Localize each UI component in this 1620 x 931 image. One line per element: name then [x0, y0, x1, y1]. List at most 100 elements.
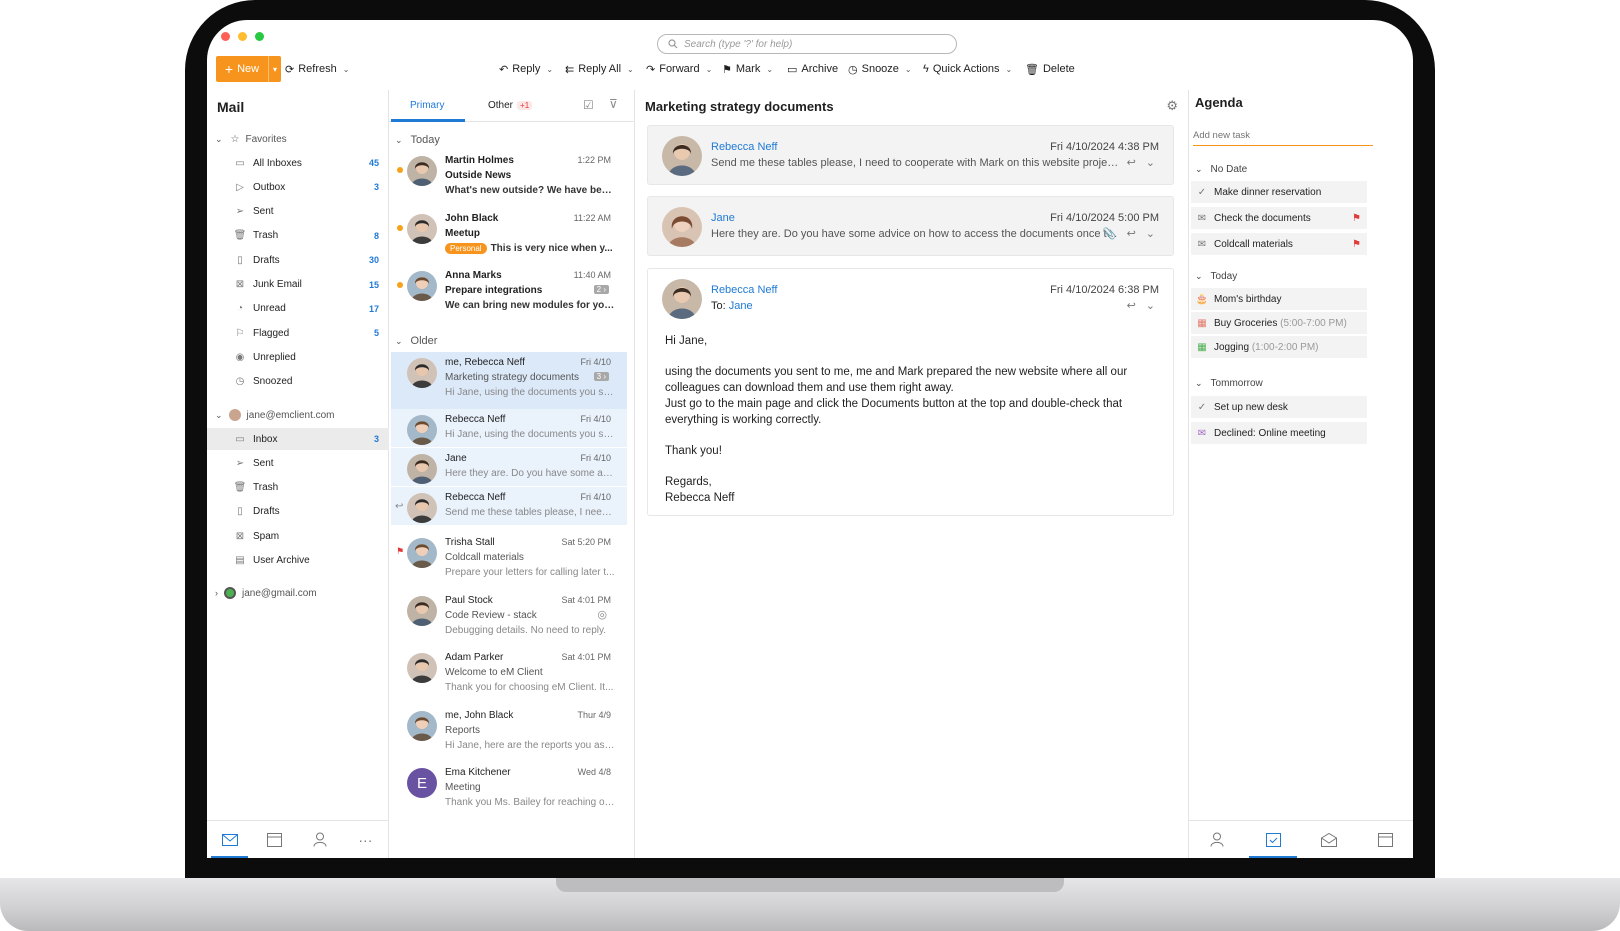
- reply-icon[interactable]: ↩: [1127, 227, 1136, 240]
- folder-unreplied[interactable]: ◉ Unreplied: [207, 346, 389, 368]
- account-folder-drafts[interactable]: ▯ Drafts: [207, 501, 389, 523]
- list-item[interactable]: Martin Holmes 1:22 PM Outside News What'…: [391, 150, 627, 207]
- reply-all-button[interactable]: ⇇ Reply All ⌄: [565, 59, 634, 79]
- refresh-button[interactable]: ⟳ Refresh ⌄: [285, 59, 349, 79]
- list-item[interactable]: Rebecca Neff Fri 4/10 Hi Jane, using the…: [391, 409, 627, 447]
- agenda-task[interactable]: ✓ Make dinner reservation: [1191, 181, 1367, 203]
- folder-snoozed[interactable]: ◷ Snoozed: [207, 371, 389, 393]
- nav-tasks[interactable]: [1245, 821, 1301, 858]
- folder-drafts[interactable]: ▯ Drafts 30: [207, 249, 389, 271]
- recipient-name[interactable]: Jane: [729, 300, 753, 312]
- section-today[interactable]: ⌄ Today: [395, 134, 440, 146]
- add-task-input[interactable]: [1193, 126, 1373, 146]
- delete-button[interactable]: 🗑 Delete: [1025, 59, 1075, 79]
- folder-unread[interactable]: ◔ Unread 17: [207, 298, 389, 320]
- folder-label: Spam: [253, 530, 280, 542]
- cake-icon: 🎂: [1195, 293, 1209, 305]
- agenda-section-tomorrow[interactable]: ⌄ Tommorrow: [1195, 378, 1263, 389]
- agenda-event[interactable]: 🎂 Mom's birthday: [1191, 288, 1367, 310]
- minimize-window-button[interactable]: [238, 32, 247, 41]
- nav-more[interactable]: ···: [343, 821, 388, 859]
- folder-label: Unread: [253, 303, 286, 315]
- flag-icon[interactable]: ⚑: [1352, 213, 1361, 224]
- list-item[interactable]: Jane Fri 4/10 Here they are. Do you have…: [391, 448, 627, 486]
- forward-button[interactable]: ↷ Forward ⌄: [646, 59, 712, 79]
- archive-button[interactable]: ▭ Archive: [787, 59, 838, 79]
- nav-calendar[interactable]: [1357, 821, 1413, 859]
- account-folder-user-archive[interactable]: ▤ User Archive: [207, 550, 389, 572]
- tab-other[interactable]: Other +1: [488, 100, 533, 111]
- folder-flagged[interactable]: ⚐ Flagged 5: [207, 322, 389, 344]
- account-folder-trash[interactable]: 🗑 Trash: [207, 477, 389, 499]
- agenda-task[interactable]: ✓ Set up new desk: [1191, 396, 1367, 418]
- maximize-window-button[interactable]: [255, 32, 264, 41]
- folder-outbox[interactable]: ▷ Outbox 3: [207, 176, 389, 198]
- section-older[interactable]: ⌄ Older: [395, 335, 437, 347]
- list-item[interactable]: Anna Marks 11:40 AM Prepare integrations…: [391, 265, 627, 322]
- new-dropdown-button[interactable]: ▾: [269, 56, 281, 82]
- list-item[interactable]: ↩ Rebecca Neff Fri 4/10 Send me these ta…: [391, 487, 627, 525]
- folder-count: 8: [373, 230, 379, 241]
- account-folder-sent[interactable]: ➢ Sent: [207, 452, 389, 474]
- tab-primary[interactable]: Primary: [410, 100, 444, 111]
- list-item[interactable]: ⚑ Trisha Stall Sat 5:20 PM Coldcall mate…: [391, 532, 627, 589]
- reply-icon[interactable]: ↩: [1127, 299, 1136, 312]
- agenda-task[interactable]: ✉ Coldcall materials ⚑: [1191, 233, 1367, 255]
- list-item[interactable]: Adam Parker Sat 4:01 PM Welcome to eM Cl…: [391, 647, 627, 704]
- chevron-right-icon: ›: [215, 588, 218, 598]
- account-group-gmail[interactable]: › jane@gmail.com: [207, 582, 389, 604]
- folder-sent[interactable]: ➢ Sent: [207, 201, 389, 223]
- agenda-section-no-date[interactable]: ⌄ No Date: [1195, 164, 1247, 175]
- account-group-emclient[interactable]: ⌄ jane@emclient.com: [207, 404, 389, 426]
- list-item[interactable]: me, Rebecca Neff Fri 4/10 Marketing stra…: [391, 352, 627, 409]
- chevron-down-icon[interactable]: ⌄: [1146, 227, 1155, 240]
- favorites-group[interactable]: ⌄ ☆ Favorites: [207, 128, 389, 150]
- agenda-bottom-nav: [1189, 820, 1413, 858]
- list-item[interactable]: E Ema Kitchener Wed 4/8 Meeting Thank yo…: [391, 762, 627, 819]
- quick-actions-button[interactable]: ϟ Quick Actions ⌄: [923, 59, 1012, 79]
- message-subject: Reports: [445, 725, 481, 736]
- chevron-down-icon[interactable]: ⌄: [1146, 156, 1155, 169]
- flag-icon[interactable]: ⚑: [1352, 239, 1361, 250]
- folder-all-inboxes[interactable]: ▭ All Inboxes 45: [207, 152, 389, 174]
- nav-chat[interactable]: [1301, 821, 1357, 859]
- filter-icon[interactable]: ⊽: [609, 97, 618, 111]
- agenda-event[interactable]: ▦ Buy Groceries (5:00-7:00 PM): [1191, 312, 1367, 334]
- folder-label: Sent: [253, 457, 274, 469]
- list-item[interactable]: me, John Black Thur 4/9 Reports Hi Jane,…: [391, 705, 627, 762]
- reply-icon[interactable]: ↩: [1127, 156, 1136, 169]
- folder-trash[interactable]: 🗑 Trash 8: [207, 225, 389, 247]
- reply-button[interactable]: ↶ Reply ⌄: [499, 59, 553, 79]
- snooze-button[interactable]: ◷ Snooze ⌄: [848, 59, 912, 79]
- account-folder-inbox[interactable]: ▭ Inbox 3: [207, 428, 389, 450]
- chevron-down-icon[interactable]: ⌄: [1146, 299, 1155, 312]
- flag-icon: ⚑: [396, 546, 405, 556]
- agenda-task[interactable]: ✉ Declined: Online meeting: [1191, 422, 1367, 444]
- message-card-2[interactable]: Jane Fri 4/10/2024 5:00 PM Here they are…: [647, 196, 1174, 256]
- body-thanks: Thank you!: [665, 445, 722, 457]
- nav-contacts[interactable]: [298, 821, 343, 859]
- close-window-button[interactable]: [221, 32, 230, 41]
- account-folder-spam[interactable]: ⊠ Spam: [207, 525, 389, 547]
- list-item[interactable]: Paul Stock Sat 4:01 PM Code Review - sta…: [391, 590, 627, 647]
- nav-mail[interactable]: [207, 821, 252, 858]
- mark-button[interactable]: ⚑ Mark ⌄: [722, 59, 773, 79]
- sender-name[interactable]: Jane: [711, 212, 735, 224]
- avatar: [407, 596, 437, 626]
- conversation-settings-icon[interactable]: ⚙: [1166, 98, 1178, 114]
- agenda-event[interactable]: ▦ Jogging (1:00-2:00 PM): [1191, 336, 1367, 358]
- sender-name[interactable]: Rebecca Neff: [711, 141, 777, 153]
- search-box[interactable]: Search (type '?' for help): [657, 34, 957, 54]
- nav-contacts[interactable]: [1189, 821, 1245, 859]
- message-card-1[interactable]: Rebecca Neff Fri 4/10/2024 4:38 PM Send …: [647, 125, 1174, 185]
- account-email: jane@emclient.com: [246, 409, 335, 421]
- body-greeting: Hi Jane,: [665, 335, 708, 347]
- folder-junk-email[interactable]: ⊠ Junk Email 15: [207, 274, 389, 296]
- agenda-section-today[interactable]: ⌄ Today: [1195, 271, 1237, 282]
- list-item[interactable]: John Black 11:22 AM Meetup Personal This …: [391, 208, 627, 265]
- nav-calendar[interactable]: [252, 821, 297, 859]
- sender-name[interactable]: Rebecca Neff: [711, 284, 777, 296]
- select-all-icon[interactable]: ☑: [583, 98, 594, 112]
- agenda-task[interactable]: ✉ Check the documents ⚑: [1191, 207, 1367, 229]
- new-button[interactable]: + New: [216, 56, 269, 82]
